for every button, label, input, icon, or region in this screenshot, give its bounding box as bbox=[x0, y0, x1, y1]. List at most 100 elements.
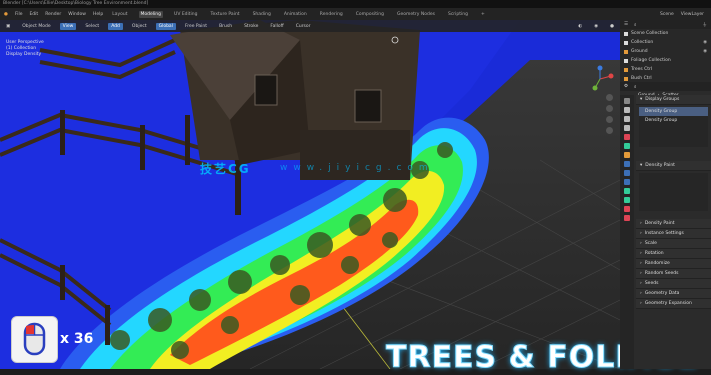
outliner-row-label: Trees Ctrl bbox=[631, 67, 653, 72]
tab-scripting[interactable]: Scripting bbox=[446, 11, 470, 18]
panel-title: Instance Settings bbox=[644, 231, 684, 236]
world-tab-icon[interactable] bbox=[624, 143, 630, 149]
eye-icon[interactable]: ◉ bbox=[703, 40, 707, 45]
chevron-right-icon: › bbox=[640, 231, 642, 236]
menu-view[interactable]: View bbox=[59, 22, 77, 30]
mesh-icon bbox=[624, 49, 628, 54]
chevron-right-icon: › bbox=[640, 301, 642, 306]
scene-selector[interactable]: Scene bbox=[660, 12, 674, 17]
outliner-row-label: Bush Ctrl bbox=[631, 76, 652, 81]
constraints-tab-icon[interactable] bbox=[624, 188, 630, 194]
mouse-icon bbox=[23, 322, 46, 356]
outliner-row[interactable]: Ground ◉ bbox=[620, 47, 711, 56]
navigation-gizmo[interactable] bbox=[585, 64, 615, 94]
panel-header[interactable]: › Density Paint bbox=[636, 219, 711, 229]
panel-title: Scale bbox=[644, 241, 657, 246]
menu-edit[interactable]: Edit bbox=[29, 12, 38, 17]
panel-header[interactable]: ▾ Density Paint bbox=[636, 161, 711, 171]
panel-header[interactable]: › Random Seeds bbox=[636, 269, 711, 279]
panel-header[interactable]: › Instance Settings bbox=[636, 229, 711, 239]
panel-title: Display Groups bbox=[645, 97, 680, 102]
output-tab-icon[interactable] bbox=[624, 116, 630, 122]
physics-tab-icon[interactable] bbox=[624, 179, 630, 185]
add-workspace-button[interactable]: + bbox=[479, 11, 487, 18]
tool-cursor[interactable]: Cursor bbox=[293, 23, 314, 30]
blender-logo-icon[interactable]: ● bbox=[4, 12, 8, 17]
viewport-scene bbox=[0, 20, 620, 369]
outliner-type-icon[interactable]: ☰ bbox=[624, 22, 628, 27]
shading-render-icon[interactable]: ● bbox=[607, 23, 617, 30]
particles-tab-icon[interactable] bbox=[624, 170, 630, 176]
panel-header[interactable]: › Seeds bbox=[636, 279, 711, 289]
scene-tab-icon[interactable] bbox=[624, 134, 630, 140]
perspective-toggle-icon[interactable] bbox=[606, 127, 613, 134]
pan-hand-icon[interactable] bbox=[606, 105, 613, 112]
view-layer-selector[interactable]: ViewLayer bbox=[681, 12, 704, 17]
data-tab-icon[interactable] bbox=[624, 197, 630, 203]
snap-selector[interactable]: Free Paint bbox=[182, 23, 210, 30]
object-icon bbox=[624, 76, 628, 81]
properties-type-icon[interactable]: ⚙ bbox=[624, 84, 628, 89]
filter-icon[interactable]: ⏚ bbox=[703, 22, 708, 28]
tab-shading[interactable]: Shading bbox=[251, 11, 273, 18]
modifier-tab-icon[interactable] bbox=[624, 161, 630, 167]
outliner-row[interactable]: Trees Ctrl bbox=[620, 65, 711, 74]
mode-selector[interactable]: Object Mode bbox=[19, 23, 53, 30]
object-tab-icon[interactable] bbox=[624, 152, 630, 158]
tab-texture-paint[interactable]: Texture Paint bbox=[209, 11, 242, 18]
outliner-row[interactable]: Collection ◉ bbox=[620, 38, 711, 47]
eye-icon[interactable]: ◉ bbox=[703, 49, 707, 54]
tool-falloff[interactable]: Falloff bbox=[267, 23, 286, 30]
tool-tab-icon[interactable] bbox=[624, 98, 630, 104]
panel-header[interactable]: › Geometry Expansion bbox=[636, 299, 711, 309]
panel-header[interactable]: › Rotation bbox=[636, 249, 711, 259]
tab-animation[interactable]: Animation bbox=[282, 11, 309, 18]
outliner-row-label: Foliage Collection bbox=[631, 58, 671, 63]
outliner-row[interactable]: Foliage Collection bbox=[620, 56, 711, 65]
panel-header[interactable]: › Scale bbox=[636, 239, 711, 249]
search-icon[interactable]: ⌕ bbox=[634, 22, 637, 28]
tab-geometry-nodes[interactable]: Geometry Nodes bbox=[395, 11, 437, 18]
panel-title: Geometry Data bbox=[644, 291, 680, 296]
menu-help[interactable]: Help bbox=[93, 12, 103, 17]
window-title-bar: Blender [C:\Users\Ellie\Desktop\Biology … bbox=[0, 0, 711, 8]
tab-modeling[interactable]: Modeling bbox=[138, 10, 164, 18]
panel-header[interactable]: › Geometry Data bbox=[636, 289, 711, 299]
chevron-right-icon: › bbox=[640, 221, 642, 226]
shading-material-icon[interactable]: ◉ bbox=[591, 23, 601, 30]
3d-viewport[interactable]: ▣ Object Mode View Select Add Object Glo… bbox=[0, 20, 620, 369]
panel-title: Randomize bbox=[644, 261, 670, 266]
panel-title: Density Paint bbox=[645, 163, 675, 168]
menu-render[interactable]: Render bbox=[45, 12, 61, 17]
panel-header[interactable]: ▾ Display Groups bbox=[636, 95, 711, 105]
group-list-item[interactable]: Density Group bbox=[639, 116, 708, 125]
editor-type-icon[interactable]: ▣ bbox=[3, 23, 13, 30]
watermark-brand: 技艺CG bbox=[200, 162, 251, 176]
menu-file[interactable]: File bbox=[15, 12, 23, 17]
view-layer-tab-icon[interactable] bbox=[624, 125, 630, 131]
tool-stroke[interactable]: Stroke bbox=[241, 23, 261, 30]
outliner-row[interactable]: Scene Collection bbox=[620, 29, 711, 38]
texture-tab-icon[interactable] bbox=[624, 215, 630, 221]
material-tab-icon[interactable] bbox=[624, 206, 630, 212]
search-icon[interactable]: ⌕ bbox=[634, 84, 637, 90]
transform-orientation[interactable]: Global bbox=[155, 22, 176, 30]
menu-select[interactable]: Select bbox=[82, 23, 102, 30]
collection-icon bbox=[624, 31, 628, 36]
group-list-item[interactable]: Density Group bbox=[639, 107, 708, 116]
render-tab-icon[interactable] bbox=[624, 107, 630, 113]
zoom-icon[interactable] bbox=[606, 94, 613, 101]
menu-object[interactable]: Object bbox=[129, 23, 150, 30]
menu-add[interactable]: Add bbox=[108, 22, 123, 30]
outliner-row-label: Collection bbox=[631, 40, 654, 45]
tool-brush[interactable]: Brush bbox=[216, 23, 235, 30]
tab-layout[interactable]: Layout bbox=[110, 11, 129, 18]
camera-view-icon[interactable] bbox=[606, 116, 613, 123]
panel-header[interactable]: › Randomize bbox=[636, 259, 711, 269]
shading-solid-icon[interactable]: ◐ bbox=[575, 23, 585, 30]
menu-window[interactable]: Window bbox=[68, 12, 86, 17]
chevron-right-icon: › bbox=[640, 281, 642, 286]
tab-uv-editing[interactable]: UV Editing bbox=[172, 11, 199, 18]
tab-compositing[interactable]: Compositing bbox=[354, 11, 386, 18]
tab-rendering[interactable]: Rendering bbox=[318, 11, 345, 18]
